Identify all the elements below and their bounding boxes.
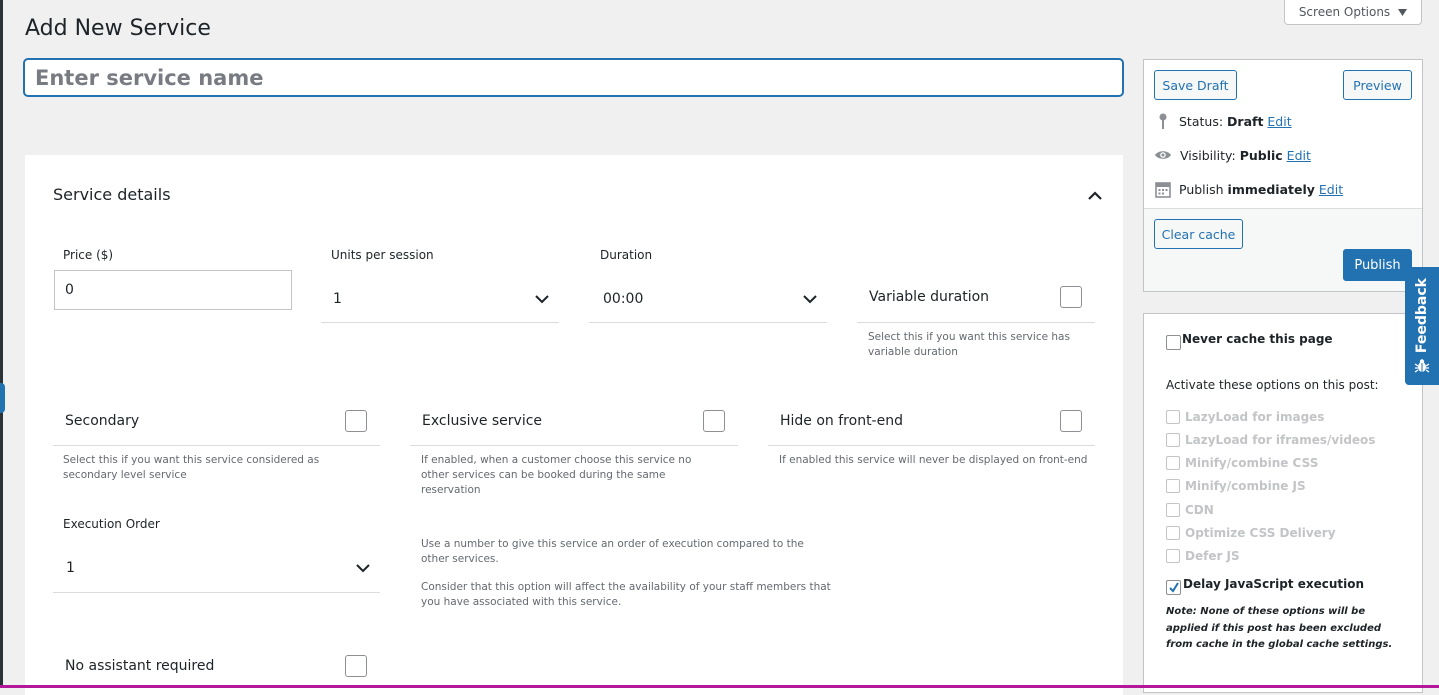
cache-option-row: LazyLoad for iframes/videos: [1166, 433, 1375, 447]
cache-option-row: Defer JS: [1166, 549, 1240, 563]
cache-option-label: LazyLoad for images: [1185, 410, 1325, 424]
cache-option-label: LazyLoad for iframes/videos: [1185, 433, 1376, 447]
clear-cache-button[interactable]: Clear cache: [1154, 219, 1243, 249]
cache-option-checkbox[interactable]: [1166, 503, 1180, 517]
no-assistant-checkbox[interactable]: [345, 655, 367, 677]
units-per-session-label: Units per session: [331, 248, 434, 262]
cache-option-label: Minify/combine CSS: [1185, 456, 1319, 470]
execution-order-help-1: Use a number to give this service an ord…: [421, 538, 804, 565]
visibility-label: Visibility:: [1180, 147, 1236, 163]
pin-icon: [1159, 113, 1167, 129]
cache-option-row: Optimize CSS Delivery: [1166, 526, 1336, 540]
hide-frontend-checkbox[interactable]: [1060, 409, 1082, 432]
never-cache-label: Never cache this page: [1182, 331, 1333, 346]
delay-js-label: Delay JavaScript execution: [1183, 576, 1365, 591]
cache-option-label: CDN: [1185, 503, 1214, 517]
status-row: Status: Draft Edit: [1155, 112, 1292, 130]
cache-option-row: Minify/combine CSS: [1166, 456, 1318, 470]
cache-option-checkbox[interactable]: [1166, 526, 1180, 540]
save-draft-button[interactable]: Save Draft: [1154, 70, 1237, 100]
sidebar-toggle-tab[interactable]: [0, 383, 5, 413]
status-label: Status:: [1179, 113, 1224, 129]
cache-option-label: Optimize CSS Delivery: [1185, 526, 1336, 540]
feedback-tab[interactable]: Feedback: [1405, 267, 1439, 385]
variable-duration-help: Select this if you want this service has…: [868, 331, 1070, 358]
publish-edit-link[interactable]: Edit: [1319, 182, 1343, 197]
publish-label: Publish: [1179, 181, 1224, 197]
no-assistant-label: No assistant required: [65, 658, 215, 674]
delay-js-row: Delay JavaScript execution: [1166, 572, 1364, 595]
cache-option-checkbox[interactable]: [1166, 479, 1180, 493]
cache-option-label: Defer JS: [1185, 549, 1240, 563]
price-value: 0: [65, 282, 74, 298]
duration-value: 00:00: [603, 290, 644, 307]
service-details-heading: Service details: [53, 185, 171, 204]
execution-order-select[interactable]: 1: [53, 543, 380, 593]
duration-label: Duration: [600, 248, 653, 262]
screen-options-label: Screen Options: [1298, 5, 1391, 19]
cache-option-label: Minify/combine JS: [1185, 479, 1306, 493]
page-title: Add New Service: [25, 16, 211, 41]
chevron-up-icon: [1088, 191, 1102, 200]
variable-duration-row: Variable duration: [857, 272, 1095, 323]
exclusive-service-row: Exclusive service: [410, 396, 738, 446]
chevron-down-icon: [356, 563, 370, 572]
execution-order-value: 1: [66, 559, 75, 576]
cache-option-checkbox[interactable]: [1166, 410, 1180, 424]
secondary-row: Secondary: [53, 396, 380, 446]
price-label: Price ($): [63, 248, 114, 262]
duration-select[interactable]: 00:00: [589, 275, 827, 323]
variable-duration-checkbox[interactable]: [1060, 286, 1082, 308]
calendar-icon: [1155, 182, 1171, 198]
service-name-input[interactable]: [24, 59, 1123, 96]
cache-option-checkbox[interactable]: [1166, 549, 1180, 563]
cache-option-checkbox[interactable]: [1166, 456, 1180, 470]
publish-button[interactable]: Publish: [1343, 249, 1412, 281]
triangle-down-icon: [1398, 8, 1408, 16]
hide-frontend-row: Hide on front-end: [768, 396, 1095, 446]
visibility-value: Public: [1239, 147, 1283, 163]
screen-options-button[interactable]: Screen Options: [1284, 0, 1422, 25]
visibility-edit-link[interactable]: Edit: [1287, 148, 1311, 163]
cache-option-row: CDN: [1166, 503, 1214, 517]
bug-icon: [1414, 358, 1430, 373]
hide-frontend-label: Hide on front-end: [780, 412, 903, 429]
exclusive-service-label: Exclusive service: [422, 412, 543, 429]
eye-icon: [1155, 151, 1171, 159]
price-input[interactable]: 0: [54, 270, 292, 310]
status-edit-link[interactable]: Edit: [1267, 114, 1291, 129]
publish-value: immediately: [1227, 181, 1315, 197]
preview-button[interactable]: Preview: [1343, 70, 1412, 100]
visibility-row: Visibility: Public Edit: [1154, 146, 1311, 164]
chevron-down-icon: [535, 294, 549, 303]
never-cache-checkbox[interactable]: [1166, 335, 1181, 350]
no-assistant-row: No assistant required: [53, 646, 380, 686]
cache-option-row: Minify/combine JS: [1166, 479, 1306, 493]
cache-option-row: LazyLoad for images: [1166, 410, 1324, 424]
variable-duration-label: Variable duration: [869, 289, 990, 305]
exclusive-service-checkbox[interactable]: [703, 409, 725, 432]
collapse-toggle[interactable]: [1085, 186, 1105, 206]
feedback-label: Feedback: [1414, 278, 1430, 354]
execution-order-help-2: Consider that this option will affect th…: [421, 581, 831, 608]
cache-note: Note: None of these options will be appl…: [1166, 606, 1393, 650]
checkmark-icon: [1169, 582, 1179, 593]
chevron-down-icon: [803, 294, 817, 303]
secondary-help: Select this if you want this service con…: [63, 454, 320, 481]
status-value: Draft: [1227, 113, 1264, 129]
admin-sidebar-edge: [0, 0, 3, 688]
secondary-checkbox[interactable]: [345, 409, 367, 432]
units-per-session-select[interactable]: 1: [321, 275, 559, 323]
never-cache-row: Never cache this page: [1166, 327, 1333, 350]
secondary-label: Secondary: [65, 412, 140, 429]
exclusive-service-help: If enabled, when a customer choose this …: [421, 454, 692, 496]
delay-js-checkbox[interactable]: [1166, 580, 1181, 595]
publish-date-row: Publish immediately Edit: [1155, 180, 1343, 198]
units-per-session-value: 1: [333, 290, 342, 307]
cache-option-checkbox[interactable]: [1166, 433, 1180, 447]
hide-frontend-help: If enabled this service will never be di…: [779, 454, 1088, 466]
publish-divider: [1144, 208, 1422, 209]
execution-order-label: Execution Order: [63, 517, 160, 531]
activate-options-label: Activate these options on this post:: [1166, 378, 1379, 392]
